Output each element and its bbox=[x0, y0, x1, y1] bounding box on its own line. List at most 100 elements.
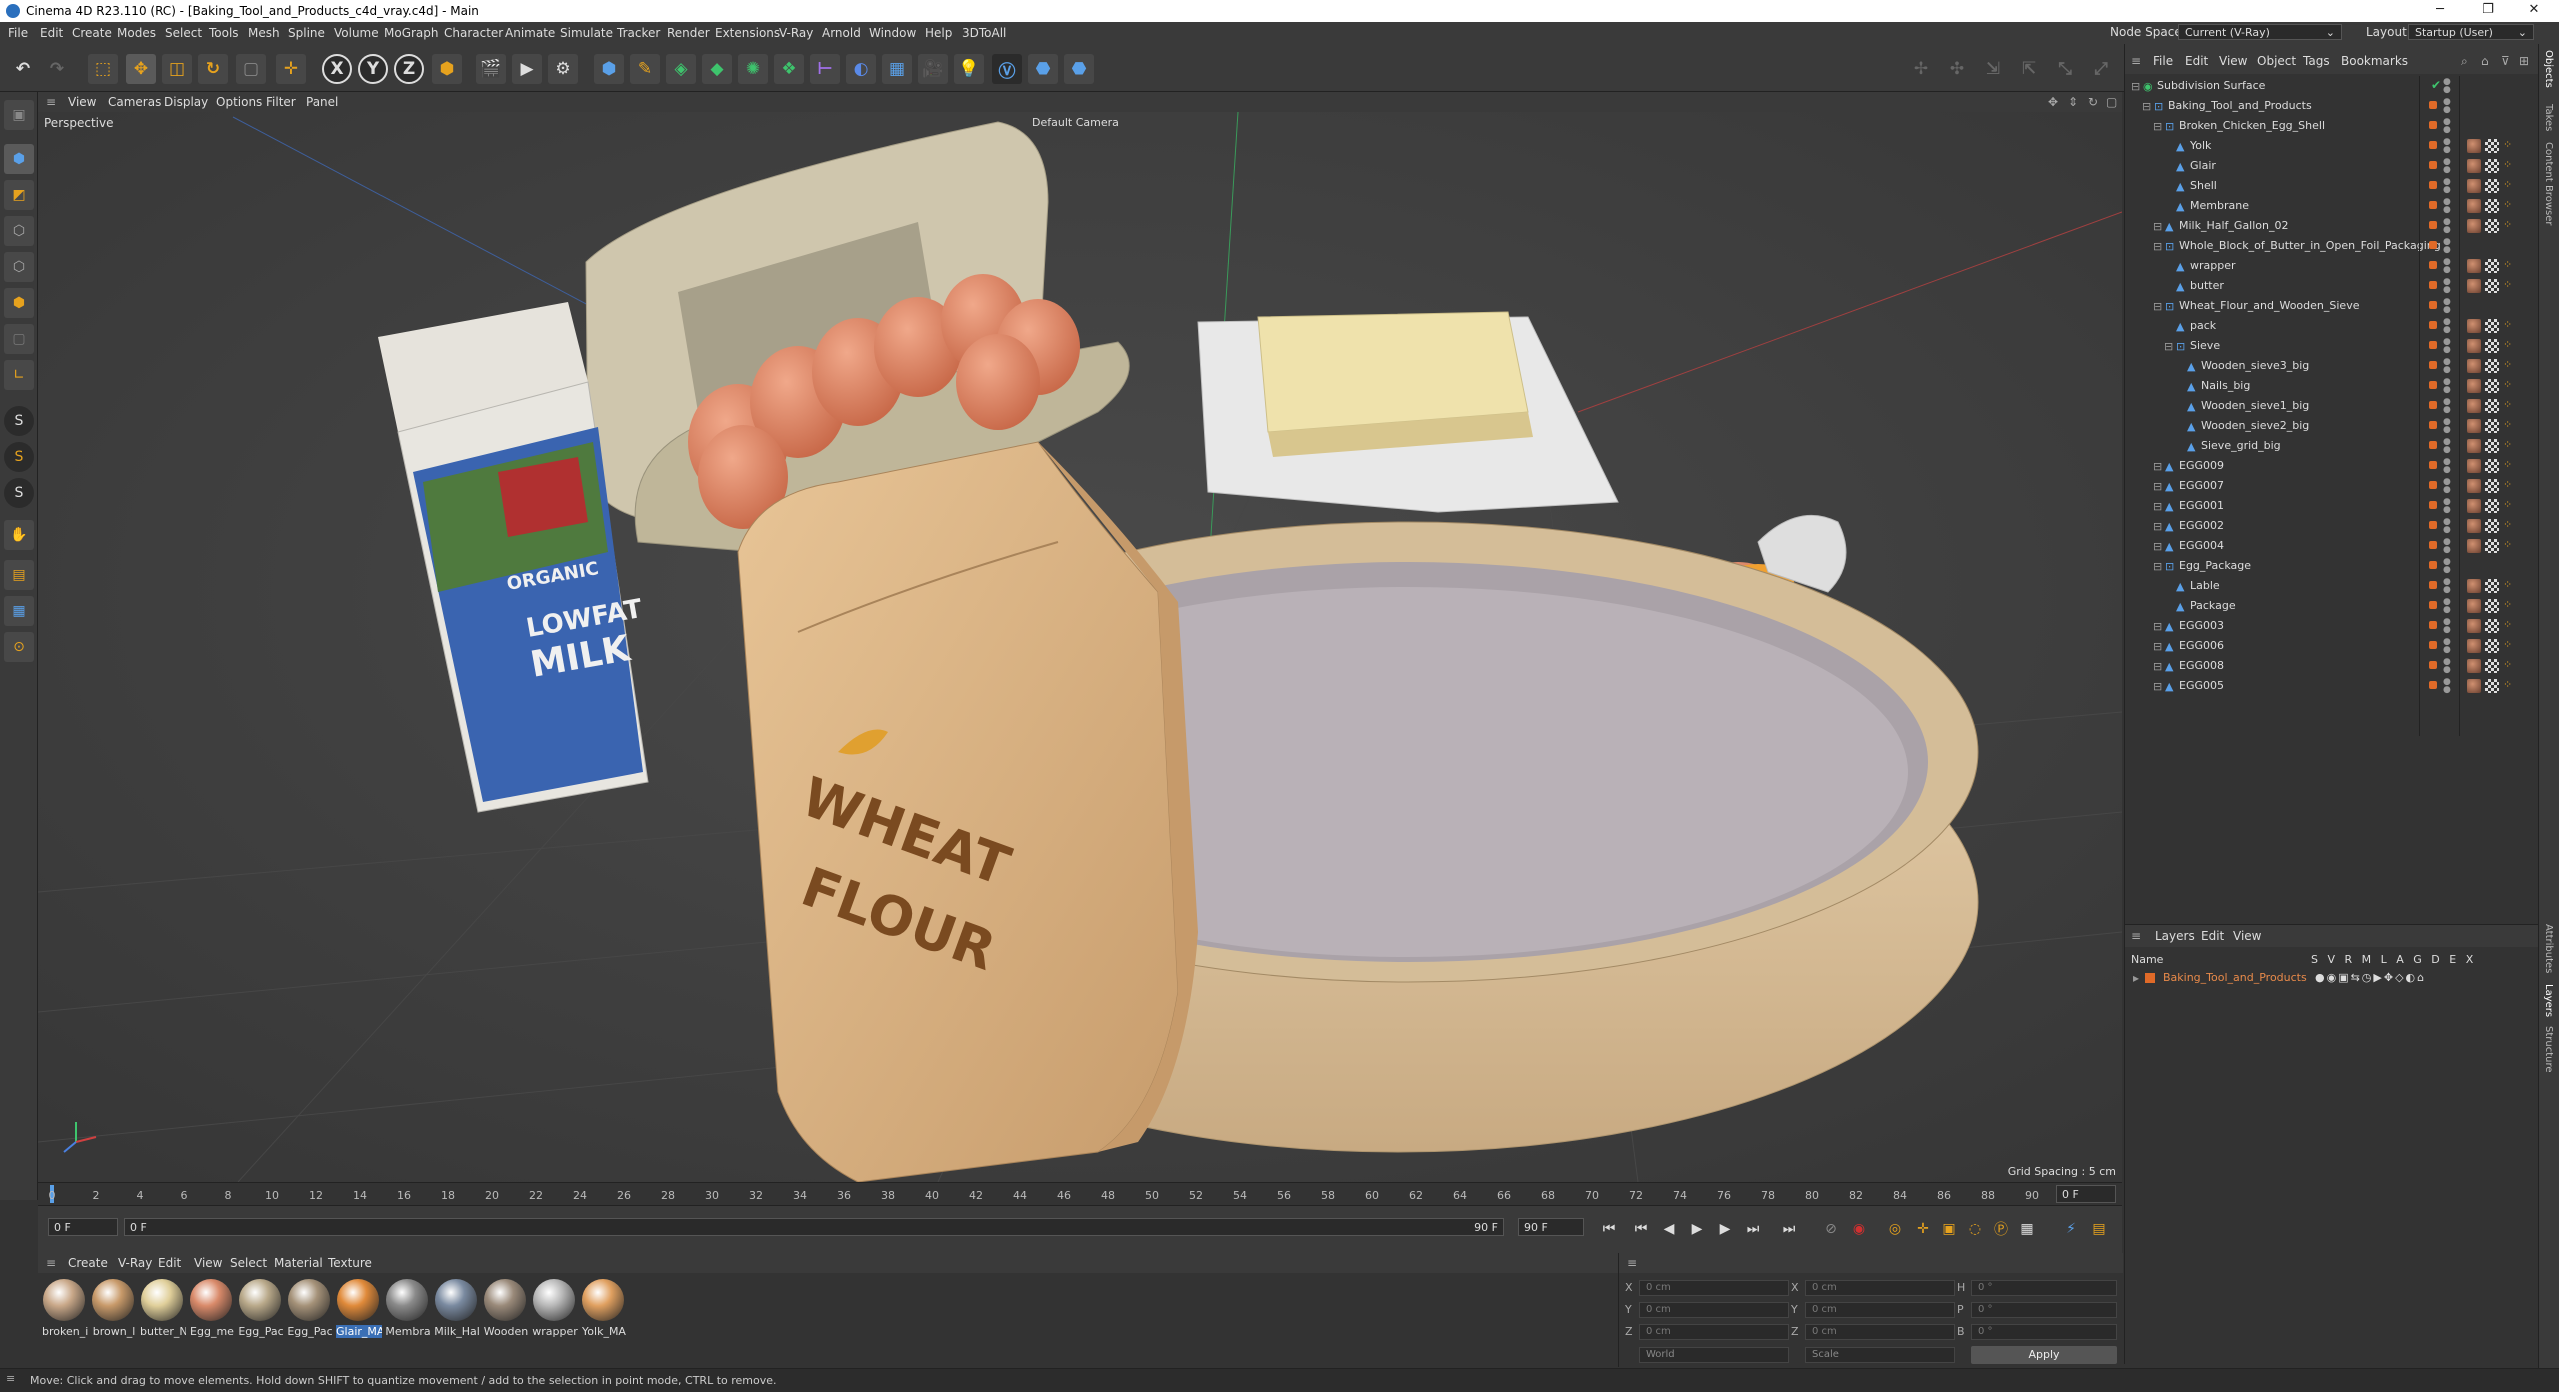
key-scale-icon[interactable]: ▣ bbox=[1938, 1218, 1960, 1240]
axis-mode-icon[interactable]: ∟ bbox=[4, 360, 34, 390]
object-row[interactable]: ▲ Wooden_sieve2_big ● ● ⁘ bbox=[2125, 416, 2539, 436]
spline-pen-icon[interactable]: ✎ bbox=[630, 54, 660, 84]
visibility-dots-icon[interactable]: ● ● bbox=[2443, 538, 2451, 555]
workplane-mode-icon[interactable]: ▤ bbox=[4, 560, 34, 590]
visibility-dots-icon[interactable]: ● ● bbox=[2443, 98, 2451, 115]
material-tag-icon[interactable] bbox=[2467, 679, 2481, 693]
material-tag-icon[interactable] bbox=[2467, 499, 2481, 513]
axis-lock-icon[interactable]: ⇲ bbox=[1978, 54, 2008, 84]
hamburger-icon[interactable]: ≡ bbox=[2131, 54, 2141, 68]
expand-icon[interactable] bbox=[2164, 280, 2174, 292]
vray-icon[interactable]: Ⓥ bbox=[992, 54, 1022, 84]
uvw-tag-icon[interactable] bbox=[2485, 519, 2499, 533]
filter-icon[interactable]: ⊽ bbox=[2501, 54, 2510, 68]
texture-mode-icon[interactable]: ◩ bbox=[4, 180, 34, 210]
menu-tools[interactable]: Tools bbox=[209, 26, 239, 40]
expand-icon[interactable]: ⊟ bbox=[2153, 660, 2163, 673]
object-row[interactable]: ▲ pack ● ● ⁘ bbox=[2125, 316, 2539, 336]
visibility-dots-icon[interactable]: ● ● bbox=[2443, 518, 2451, 535]
modeling-axis-icon[interactable]: ⤢ bbox=[2086, 54, 2116, 84]
layer-color-dot[interactable] bbox=[2429, 401, 2437, 409]
material-tag-icon[interactable] bbox=[2467, 279, 2481, 293]
cube-icon[interactable]: ⬢ bbox=[594, 54, 624, 84]
uvw-tag-icon[interactable] bbox=[2485, 439, 2499, 453]
layer-color-dot[interactable] bbox=[2429, 121, 2437, 129]
visibility-dots-icon[interactable]: ● ● bbox=[2443, 118, 2451, 135]
object-row[interactable]: ⊟ ▲ EGG007 ● ● ⁘ bbox=[2125, 476, 2539, 496]
visibility-dots-icon[interactable]: ● ● bbox=[2443, 378, 2451, 395]
material-tag-icon[interactable] bbox=[2467, 459, 2481, 473]
menu-help[interactable]: Help bbox=[925, 26, 952, 40]
material-menu-texture[interactable]: Texture bbox=[328, 1256, 372, 1270]
autokey-icon[interactable]: ◉ bbox=[1848, 1218, 1870, 1240]
floor-icon[interactable]: ▦ bbox=[882, 54, 912, 84]
menu-modes[interactable]: Modes bbox=[117, 26, 156, 40]
material-tag-icon[interactable] bbox=[2467, 359, 2481, 373]
visibility-dots-icon[interactable]: ● ● bbox=[2443, 278, 2451, 295]
layers-menu-view[interactable]: View bbox=[2233, 929, 2261, 943]
visibility-dots-icon[interactable]: ● ● bbox=[2443, 678, 2451, 695]
material-menu-select[interactable]: Select bbox=[230, 1256, 267, 1270]
expand-icon[interactable] bbox=[2175, 400, 2185, 412]
rotation-p-field[interactable]: 0 ° bbox=[1971, 1302, 2117, 1318]
object-row[interactable]: ▲ Lable ● ● ⁘ bbox=[2125, 576, 2539, 596]
layer-color-dot[interactable] bbox=[2429, 621, 2437, 629]
layer-color-dot[interactable] bbox=[2429, 481, 2437, 489]
rotate-icon[interactable]: ↻ bbox=[198, 54, 228, 84]
selection-tag-icon[interactable]: ⁘ bbox=[2503, 478, 2512, 491]
solo-icon[interactable]: ⊙ bbox=[4, 632, 34, 662]
render-settings-icon[interactable]: ⚙ bbox=[548, 54, 578, 84]
expand-icon[interactable]: ⊟ bbox=[2131, 80, 2141, 93]
tab-takes[interactable]: Takes bbox=[2543, 104, 2554, 131]
polygons-mode-icon[interactable]: ⬢ bbox=[4, 288, 34, 318]
material-swatch[interactable]: Membra bbox=[385, 1279, 431, 1349]
viewport-move-icon[interactable]: ✥ bbox=[2048, 95, 2058, 109]
layer-color-dot[interactable] bbox=[2429, 581, 2437, 589]
visibility-dots-icon[interactable]: ● ● bbox=[2443, 578, 2451, 595]
hamburger-icon[interactable]: ≡ bbox=[46, 1256, 56, 1270]
object-row[interactable]: ▲ Sieve_grid_big ● ● ⁘ bbox=[2125, 436, 2539, 456]
menu-edit[interactable]: Edit bbox=[40, 26, 63, 40]
material-tag-icon[interactable] bbox=[2467, 439, 2481, 453]
material-menu-view[interactable]: View bbox=[194, 1256, 222, 1270]
material-menu-edit[interactable]: Edit bbox=[158, 1256, 181, 1270]
layer-color-dot[interactable] bbox=[2429, 361, 2437, 369]
viewport-menu-display[interactable]: Display bbox=[164, 95, 208, 109]
object-row[interactable]: ⊟ ▲ EGG009 ● ● ⁘ bbox=[2125, 456, 2539, 476]
bend-deformer-icon[interactable]: ⊢ bbox=[810, 54, 840, 84]
uvw-tag-icon[interactable] bbox=[2485, 279, 2499, 293]
layer-color-dot[interactable] bbox=[2429, 681, 2437, 689]
visibility-dots-icon[interactable]: ● ● bbox=[2443, 238, 2451, 255]
visibility-dots-icon[interactable]: ● ● bbox=[2443, 418, 2451, 435]
home-icon[interactable]: ⌂ bbox=[2481, 54, 2489, 68]
object-row[interactable]: ⊟ ▲ EGG008 ● ● ⁘ bbox=[2125, 656, 2539, 676]
selection-tag-icon[interactable]: ⁘ bbox=[2503, 438, 2512, 451]
light-icon[interactable]: 💡 bbox=[954, 54, 984, 84]
visibility-dots-icon[interactable]: ● ● bbox=[2443, 198, 2451, 215]
selection-tag-icon[interactable]: ⁘ bbox=[2503, 378, 2512, 391]
menu-mesh[interactable]: Mesh bbox=[248, 26, 280, 40]
position-x-field[interactable]: 0 cm bbox=[1639, 1280, 1789, 1296]
selection-tag-icon[interactable]: ⁘ bbox=[2503, 578, 2512, 591]
viewport-menu-panel[interactable]: Panel bbox=[306, 95, 338, 109]
layer-color-dot[interactable] bbox=[2429, 521, 2437, 529]
layer-color-dot[interactable] bbox=[2429, 341, 2437, 349]
expand-icon[interactable]: ⊟ bbox=[2153, 240, 2163, 253]
selection-tag-icon[interactable]: ⁘ bbox=[2503, 278, 2512, 291]
selection-tag-icon[interactable]: ⁘ bbox=[2503, 218, 2512, 231]
size-z-field[interactable]: 0 cm bbox=[1805, 1324, 1955, 1340]
expand-icon[interactable]: ⊟ bbox=[2153, 620, 2163, 633]
visibility-dots-icon[interactable]: ● ● bbox=[2443, 558, 2451, 575]
coordinate-system-dropdown[interactable]: World bbox=[1639, 1347, 1789, 1363]
material-swatch[interactable]: Milk_Hal bbox=[434, 1279, 480, 1349]
coordinate-system-icon[interactable]: ⬢ bbox=[432, 54, 462, 84]
menu-extensions[interactable]: Extensions bbox=[715, 26, 780, 40]
layer-color-dot[interactable] bbox=[2429, 101, 2437, 109]
visibility-dots-icon[interactable]: ● ● bbox=[2443, 298, 2451, 315]
node-space-dropdown[interactable]: Current (V-Ray) ⌄ bbox=[2178, 24, 2342, 40]
objects-menu-tags[interactable]: Tags bbox=[2303, 54, 2330, 68]
material-tag-icon[interactable] bbox=[2467, 579, 2481, 593]
layer-color-dot[interactable] bbox=[2429, 641, 2437, 649]
selection-tag-icon[interactable]: ⁘ bbox=[2503, 678, 2512, 691]
edges-mode-icon[interactable]: ⬡ bbox=[4, 252, 34, 282]
